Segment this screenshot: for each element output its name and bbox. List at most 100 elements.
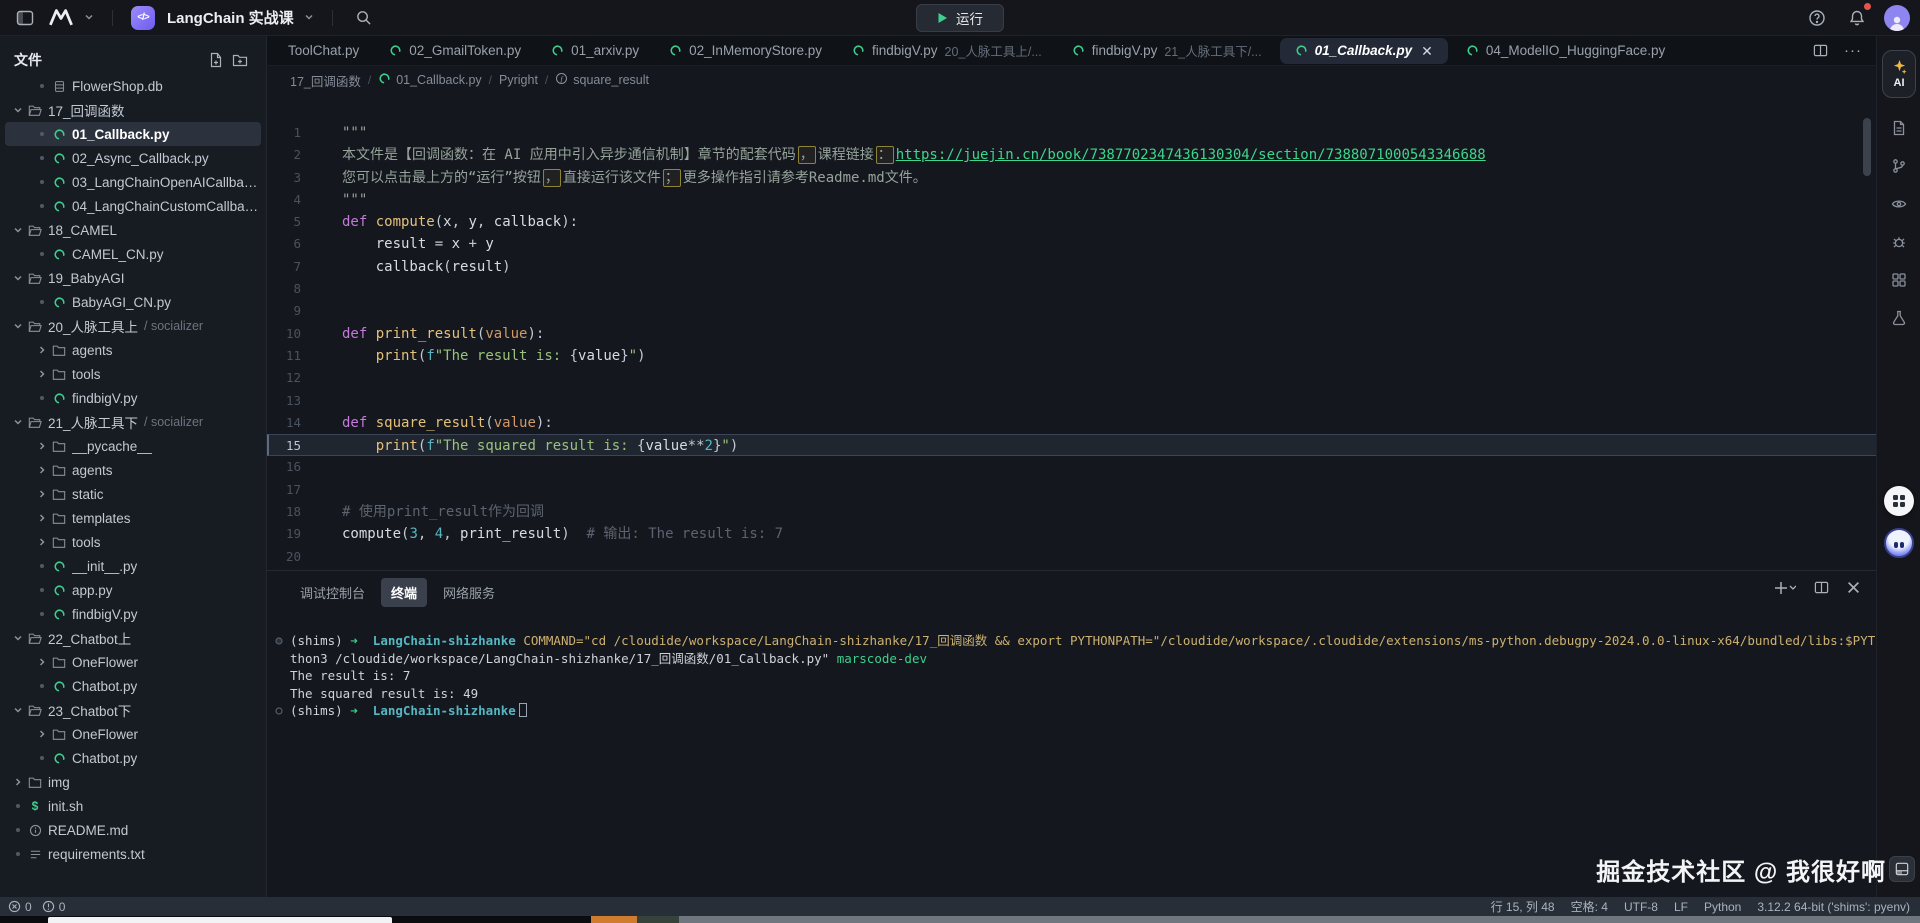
breadcrumb-item[interactable]: Pyright	[499, 73, 538, 87]
tree-item[interactable]: __init__.py	[0, 554, 266, 578]
breadcrumb-item[interactable]: fsquare_result	[555, 72, 649, 88]
tree-item[interactable]: 03_LangChainOpenAICallback...	[0, 170, 266, 194]
split-panel-icon[interactable]	[1814, 580, 1829, 595]
tree-item[interactable]: 04_LangChainCustomCallback...	[0, 194, 266, 218]
eol-status[interactable]: LF	[1674, 900, 1688, 914]
chevron-right-icon[interactable]	[34, 465, 50, 475]
tree-item[interactable]: CAMEL_CN.py	[0, 242, 266, 266]
tree-item[interactable]: README.md	[0, 818, 266, 842]
tree-item[interactable]: findbigV.py	[0, 386, 266, 410]
breadcrumb-item[interactable]: 17_回调函数	[290, 71, 361, 90]
chevron-right-icon[interactable]	[34, 489, 50, 499]
code-editor[interactable]: 1"""2本文件是【回调函数：在 AI 应用中引入异步通信机制】章节的配套代码，…	[267, 94, 1876, 570]
panel-tab[interactable]: 终端	[381, 578, 427, 607]
encoding-status[interactable]: UTF-8	[1624, 900, 1658, 914]
chevron-down-icon[interactable]	[304, 9, 314, 27]
editor-tab-active[interactable]: 01_Callback.py✕	[1280, 38, 1448, 64]
project-title[interactable]: LangChain 实战课	[167, 7, 294, 28]
tree-item[interactable]: Chatbot.py	[0, 746, 266, 770]
chevron-down-icon[interactable]	[10, 225, 26, 235]
editor-tab[interactable]: 04_ModelIO_HuggingFace.py	[1451, 36, 1680, 66]
chevron-right-icon[interactable]	[34, 513, 50, 523]
tree-item[interactable]: img	[0, 770, 266, 794]
cursor-position-status[interactable]: 行 15, 列 48	[1491, 898, 1555, 915]
ai-assistant-button[interactable]: AI	[1882, 50, 1916, 98]
editor-tab[interactable]: findbigV.py21_人脉工具下/...	[1057, 36, 1277, 66]
sidebar-toggle-icon[interactable]	[12, 5, 38, 31]
extensions-icon[interactable]	[1885, 266, 1913, 294]
tree-item[interactable]: agents	[0, 458, 266, 482]
docs-icon[interactable]	[1885, 114, 1913, 142]
chevron-down-icon[interactable]	[10, 321, 26, 331]
editor-tab[interactable]: ToolChat.py	[273, 36, 374, 66]
tree-item[interactable]: tools	[0, 530, 266, 554]
breadcrumb-item[interactable]: 01_Callback.py	[378, 72, 481, 88]
help-icon[interactable]	[1804, 5, 1830, 31]
chevron-right-icon[interactable]	[10, 777, 26, 787]
chevron-right-icon[interactable]	[34, 369, 50, 379]
panel-tab[interactable]: 调试控制台	[290, 578, 375, 607]
tree-item[interactable]: templates	[0, 506, 266, 530]
tree-item[interactable]: 19_BabyAGI	[0, 266, 266, 290]
tree-item[interactable]: Chatbot.py	[0, 674, 266, 698]
chevron-down-icon[interactable]	[10, 417, 26, 427]
run-button[interactable]: 运行	[916, 4, 1004, 32]
tree-item[interactable]: 21_人脉工具下/ socializer	[0, 410, 266, 434]
tree-item[interactable]: 23_Chatbot下	[0, 698, 266, 722]
editor-tab[interactable]: findbigV.py20_人脉工具上/...	[837, 36, 1057, 66]
apps-grid-button[interactable]	[1884, 486, 1914, 516]
chevron-down-icon[interactable]	[10, 105, 26, 115]
tree-item[interactable]: $init.sh	[0, 794, 266, 818]
debug-icon[interactable]	[1885, 228, 1913, 256]
panel-tab[interactable]: 网络服务	[433, 578, 505, 607]
chevron-right-icon[interactable]	[34, 729, 50, 739]
panel-layout-button[interactable]	[1889, 856, 1915, 882]
source-control-icon[interactable]	[1885, 152, 1913, 180]
chevron-right-icon[interactable]	[34, 441, 50, 451]
tree-item[interactable]: 22_Chatbot上	[0, 626, 266, 650]
tab-close-icon[interactable]: ✕	[1421, 44, 1433, 58]
tree-item[interactable]: 17_回调函数	[0, 98, 266, 122]
user-avatar[interactable]	[1884, 5, 1910, 31]
ai-mascot-button[interactable]	[1884, 528, 1914, 558]
chevron-down-icon[interactable]	[10, 705, 26, 715]
tree-item[interactable]: 02_Async_Callback.py	[0, 146, 266, 170]
new-terminal-icon[interactable]	[1774, 581, 1796, 595]
warnings-status[interactable]: 0	[42, 900, 66, 914]
tree-item[interactable]: 20_人脉工具上/ socializer	[0, 314, 266, 338]
preview-icon[interactable]	[1885, 190, 1913, 218]
tree-item[interactable]: static	[0, 482, 266, 506]
close-panel-icon[interactable]	[1847, 581, 1860, 594]
tests-icon[interactable]	[1885, 304, 1913, 332]
chevron-right-icon[interactable]	[34, 657, 50, 667]
new-folder-icon[interactable]	[228, 48, 252, 72]
chevron-right-icon[interactable]	[34, 345, 50, 355]
chevron-right-icon[interactable]	[34, 537, 50, 547]
tree-item[interactable]: FlowerShop.db	[0, 74, 266, 98]
tree-item[interactable]: 18_CAMEL	[0, 218, 266, 242]
chevron-down-icon[interactable]	[10, 273, 26, 283]
split-editor-icon[interactable]	[1813, 43, 1828, 58]
editor-tab[interactable]: 01_arxiv.py	[536, 36, 654, 66]
tree-item[interactable]: OneFlower	[0, 722, 266, 746]
chevron-down-icon[interactable]	[10, 633, 26, 643]
tree-item[interactable]: 01_Callback.py	[5, 122, 261, 146]
tree-item[interactable]: app.py	[0, 578, 266, 602]
errors-status[interactable]: 0	[8, 900, 32, 914]
python-interpreter-status[interactable]: 3.12.2 64-bit ('shims': pyenv)	[1757, 900, 1910, 914]
editor-tab[interactable]: 02_GmailToken.py	[374, 36, 536, 66]
chevron-down-icon[interactable]	[84, 9, 94, 27]
tree-item[interactable]: requirements.txt	[0, 842, 266, 866]
indentation-status[interactable]: 空格: 4	[1571, 898, 1608, 915]
language-mode-status[interactable]: Python	[1704, 900, 1741, 914]
editor-scrollbar[interactable]	[1863, 118, 1871, 176]
tree-item[interactable]: agents	[0, 338, 266, 362]
tree-item[interactable]: __pycache__	[0, 434, 266, 458]
marscode-logo-icon[interactable]	[48, 5, 74, 31]
notifications-bell-icon[interactable]	[1844, 5, 1870, 31]
tree-item[interactable]: findbigV.py	[0, 602, 266, 626]
tree-item[interactable]: tools	[0, 362, 266, 386]
more-actions-icon[interactable]: ···	[1844, 42, 1862, 59]
tree-item[interactable]: BabyAGI_CN.py	[0, 290, 266, 314]
course-link[interactable]: https://juejin.cn/book/73877023474361303…	[896, 147, 1486, 163]
